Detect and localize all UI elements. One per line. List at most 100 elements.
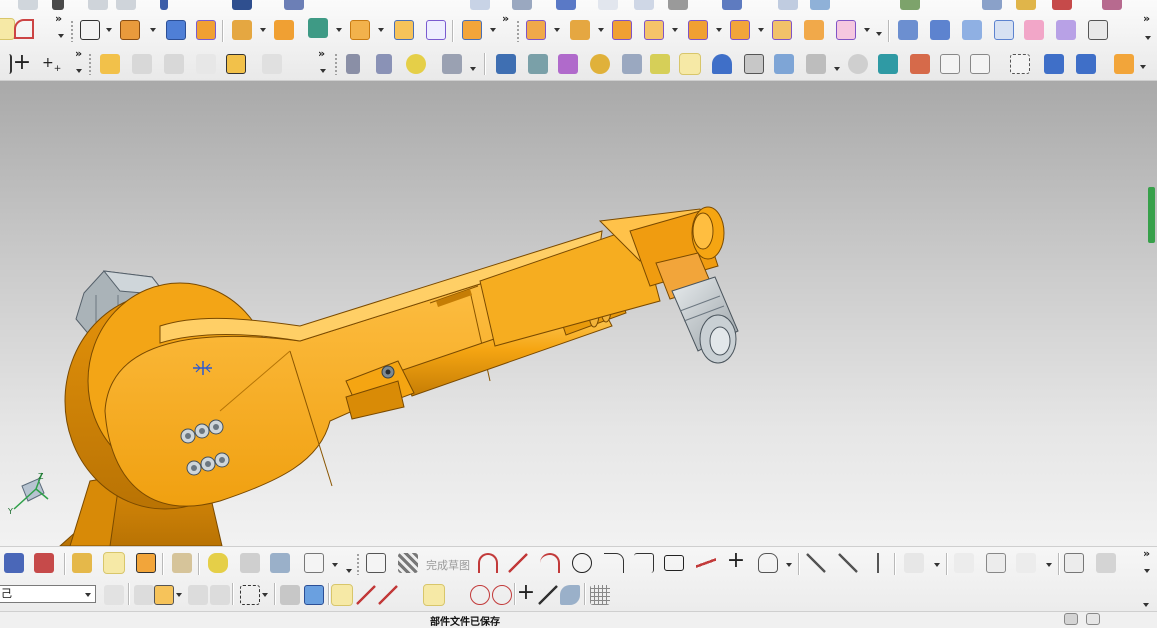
more-icon[interactable]: » [1143,547,1150,560]
snap-on-surface-icon[interactable] [560,585,580,605]
sync-icon[interactable] [526,20,546,40]
pattern-icon[interactable] [232,20,252,40]
shaded-icon[interactable] [556,0,576,10]
robot-arm-model[interactable]: Z Y [0,81,1157,546]
snap-midpoint-icon[interactable] [356,585,376,605]
pad-icon[interactable] [196,20,216,40]
solid-blue-icon[interactable] [1044,54,1064,74]
finish-sketch-flag-icon[interactable] [398,553,418,573]
dropdown-arrow-icon[interactable] [490,26,496,32]
dropdown-arrow-icon[interactable] [332,561,338,567]
dropdown-arrow-icon[interactable] [758,26,764,32]
dropdown-arrow-icon[interactable] [934,561,940,567]
assembly-constraint-icon[interactable] [132,54,152,74]
sheet-icon[interactable] [778,0,798,10]
snap-arc-center-icon[interactable] [448,585,468,605]
viewport-scroll-indicator[interactable] [1148,187,1155,243]
dropdown-arrow-icon[interactable] [85,591,91,597]
materials-icon[interactable] [590,54,610,74]
offset-face-icon[interactable] [462,20,482,40]
more-icon[interactable]: » [318,47,325,60]
thread-icon[interactable] [346,54,360,74]
constrain-face-icon[interactable] [836,20,856,40]
analysis-icon[interactable] [722,0,742,10]
move-component-icon[interactable] [262,54,282,74]
select-box-icon[interactable] [1010,54,1030,74]
type-filter-combo[interactable]: 己 [0,585,96,603]
mirror-face-icon[interactable] [804,20,824,40]
dropdown-arrow-icon[interactable] [786,561,792,567]
spring-icon[interactable] [376,54,392,74]
dropdown-arrow-icon[interactable] [76,67,82,73]
scene-icon[interactable] [774,54,794,74]
dropdown-arrow-icon[interactable] [554,26,560,32]
auto-dimension-icon[interactable] [34,553,54,573]
paint-icon[interactable] [558,54,578,74]
select-edge-icon[interactable] [188,585,208,605]
more-icon[interactable]: » [502,12,509,25]
dropdown-arrow-icon[interactable] [876,30,882,36]
quick-dimension-icon[interactable] [1016,553,1036,573]
swept-icon[interactable] [994,20,1014,40]
dropdown-arrow-icon[interactable] [58,32,64,38]
render-studio-icon[interactable] [496,54,516,74]
rectangle-select-icon[interactable] [240,585,260,605]
ruled-icon[interactable] [962,20,982,40]
render-icon[interactable] [512,0,532,10]
dropdown-arrow-icon[interactable] [598,26,604,32]
replace-face-icon[interactable] [644,20,664,40]
sketch-icon[interactable] [0,18,15,40]
sketch-plane-icon[interactable] [72,553,92,573]
mirror-curve-icon[interactable] [954,553,974,573]
shape-icon[interactable] [758,553,778,573]
reattach-icon[interactable] [136,553,156,573]
spline-icon[interactable] [14,19,34,39]
dropdown-arrow-icon[interactable] [346,567,352,573]
pattern-curve-icon[interactable] [986,553,1006,573]
dropdown-arrow-icon[interactable] [1143,601,1149,607]
assembly-mate-icon[interactable] [164,54,184,74]
point-icon[interactable]: + [12,52,32,74]
snap-quadrant-icon[interactable] [492,585,512,605]
finish-sketch-button[interactable]: 完成草图 [426,557,470,573]
shell-icon[interactable] [350,20,370,40]
snap-on-curve-icon[interactable] [538,585,558,605]
constraints-icon[interactable] [4,553,24,573]
snap-center-icon[interactable] [470,585,490,605]
line-icon[interactable] [508,553,528,573]
background-icon[interactable] [744,54,764,74]
profile-icon[interactable] [478,553,498,573]
model-display-icon[interactable] [284,0,304,10]
select-face-icon[interactable] [154,585,174,605]
dropdown-arrow-icon[interactable] [470,65,476,71]
edit-part-icon[interactable] [1076,54,1096,74]
camera-icon[interactable] [528,54,548,74]
undo-icon[interactable] [160,0,168,10]
fillet-icon[interactable] [0,54,12,74]
snap-existing-point-icon[interactable]: + [516,582,536,604]
section-view-icon[interactable] [172,553,192,573]
more-icon[interactable]: » [1143,12,1150,25]
status-icon-1[interactable] [1064,613,1078,625]
tools-icon[interactable] [1102,0,1122,10]
dropdown-arrow-icon[interactable] [1145,34,1151,40]
circle-icon[interactable] [572,553,592,573]
dropdown-arrow-icon[interactable] [336,26,342,32]
trim-icon[interactable] [806,553,826,573]
cut-icon[interactable] [52,0,64,10]
array-icon[interactable] [274,20,294,40]
snap-control-icon[interactable] [378,585,398,605]
export-icon[interactable] [1114,54,1134,74]
dropdown-arrow-icon[interactable] [106,26,112,32]
select-curve-icon[interactable] [210,585,230,605]
snap-intersection-icon[interactable] [423,584,445,606]
assembly-nav-icon[interactable] [103,552,125,574]
fillet-sketch-icon[interactable] [604,553,624,573]
snap-grid-icon[interactable] [590,585,610,605]
dropdown-arrow-icon[interactable] [320,67,326,73]
dropdown-arrow-icon[interactable] [176,591,182,597]
dropdown-arrow-icon[interactable] [378,26,384,32]
snap-point-icon[interactable] [134,585,154,605]
view-icon[interactable] [470,0,490,10]
through-curves-icon[interactable] [930,20,950,40]
